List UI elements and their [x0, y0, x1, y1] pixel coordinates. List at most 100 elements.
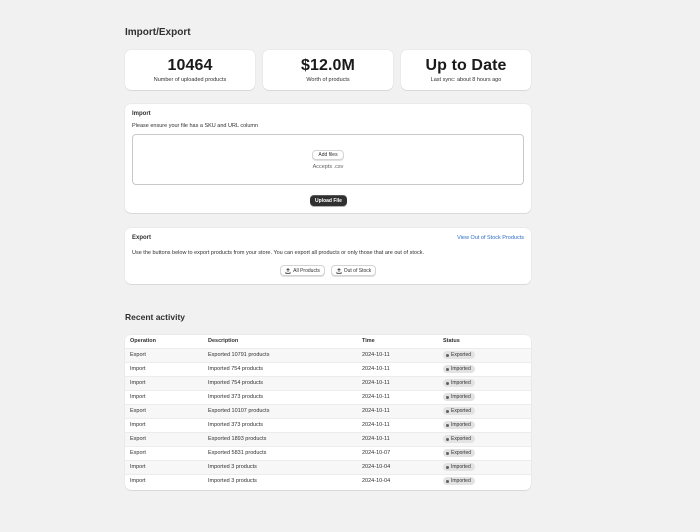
table-header-row: Operation Description Time Status	[125, 335, 531, 348]
all-products-label: All Products	[293, 267, 320, 274]
add-files-button[interactable]: Add files	[312, 150, 344, 160]
status-badge: Exported	[443, 407, 476, 415]
table-row: Export Exported 1893 products 2024-10-11 Ex…	[125, 431, 531, 446]
status-badge: Imported	[443, 393, 475, 401]
status-label: Exported	[451, 436, 472, 442]
export-out-of-stock-button[interactable]: Out of Stock	[331, 265, 376, 276]
status-dot-icon	[446, 479, 449, 483]
status-badge: Exported	[443, 351, 476, 359]
export-icon	[285, 267, 291, 274]
status-badge: Exported	[443, 449, 476, 457]
cell-status: Exported	[443, 347, 531, 362]
status-badge: Imported	[443, 365, 475, 373]
cell-description: Exported 1893 products	[208, 431, 362, 446]
upload-file-button[interactable]: Upload File	[310, 195, 347, 206]
status-dot-icon	[446, 437, 449, 441]
import-hint: Please ensure your file has a SKU and UR…	[132, 123, 259, 129]
cell-status: Exported	[443, 403, 531, 418]
stat-label: Last sync: about 8 hours ago	[430, 77, 502, 83]
cell-time: 2024-10-11	[362, 431, 443, 446]
page-title: Import/Export	[125, 27, 191, 38]
status-dot-icon	[446, 353, 449, 357]
status-badge: Imported	[443, 477, 475, 486]
table-row: Export Exported 10791 products 2024-10-11 E…	[125, 347, 531, 362]
export-card: Export View Out of Stock Products Use th…	[125, 228, 531, 284]
cell-time: 2024-10-11	[362, 389, 443, 404]
status-label: Exported	[451, 450, 472, 456]
cell-operation: Import	[125, 375, 208, 390]
status-badge: Imported	[443, 421, 475, 429]
activity-table: Operation Description Time Status Export…	[125, 335, 531, 488]
status-label: Imported	[451, 380, 471, 386]
cell-operation: Export	[125, 445, 208, 460]
status-dot-icon	[446, 451, 449, 455]
cell-operation: Import	[125, 361, 208, 376]
table-row: Import Imported 754 products 2024-10-11 Imp…	[125, 375, 531, 390]
status-dot-icon	[446, 423, 449, 427]
cell-description: Imported 3 products	[208, 459, 362, 474]
cell-time: 2024-10-04	[362, 459, 443, 474]
cell-operation: Import	[125, 473, 208, 488]
export-description: Use the buttons below to export products…	[132, 250, 424, 256]
cell-status: Imported	[443, 361, 531, 376]
view-out-of-stock-link[interactable]: View Out of Stock Products	[457, 235, 524, 241]
activity-table-card: Operation Description Time Status Export…	[125, 335, 531, 490]
cell-description: Exported 5831 products	[208, 445, 362, 460]
status-badge: Exported	[443, 435, 476, 443]
table-row: Export Exported 5831 products 2024-10-07 Ex…	[125, 445, 531, 460]
out-of-stock-label: Out of Stock	[343, 267, 372, 274]
cell-description: Imported 373 products	[208, 417, 362, 432]
export-all-products-button[interactable]: All Products	[280, 265, 325, 276]
status-dot-icon	[446, 381, 449, 385]
import-title: Import	[132, 111, 151, 117]
cell-time: 2024-10-11	[362, 361, 443, 376]
table-row: Import Imported 3 products 2024-10-04 Impor…	[125, 473, 531, 488]
cell-status: Imported	[443, 375, 531, 390]
cell-status: Imported	[443, 417, 531, 432]
cell-time: 2024-10-11	[362, 347, 443, 362]
import-card: Import Please ensure your file has a SKU…	[125, 104, 531, 213]
column-header-time: Time	[362, 335, 443, 348]
cell-description: Imported 754 products	[208, 375, 362, 390]
status-badge: Imported	[443, 463, 475, 471]
cell-operation: Import	[125, 459, 208, 474]
stat-value: 10464	[167, 57, 213, 74]
cell-description: Exported 10107 products	[208, 403, 362, 418]
cell-description: Imported 754 products	[208, 361, 362, 376]
cell-operation: Export	[125, 347, 208, 362]
cell-time: 2024-10-11	[362, 403, 443, 418]
status-dot-icon	[446, 409, 449, 413]
cell-time: 2024-10-11	[362, 375, 443, 390]
stat-card-worth: $12.0M Worth of products	[263, 50, 393, 90]
cell-status: Exported	[443, 431, 531, 446]
cell-description: Imported 3 products	[208, 473, 362, 488]
cell-status: Exported	[443, 445, 531, 460]
status-label: Imported	[451, 464, 471, 470]
cell-operation: Import	[125, 389, 208, 404]
cell-status: Imported	[443, 473, 531, 488]
cell-status: Imported	[443, 459, 531, 474]
cell-time: 2024-10-11	[362, 417, 443, 432]
status-label: Exported	[451, 408, 472, 414]
stat-value: Up to Date	[425, 57, 507, 74]
cell-description: Imported 373 products	[208, 389, 362, 404]
status-dot-icon	[446, 395, 449, 399]
status-label: Imported	[451, 478, 471, 485]
stat-label: Number of uploaded products	[153, 77, 227, 83]
file-dropzone[interactable]: Add files Accepts .csv	[132, 134, 524, 185]
export-icon	[336, 267, 342, 274]
status-label: Imported	[451, 422, 471, 428]
recent-activity-title: Recent activity	[125, 312, 185, 322]
status-dot-icon	[446, 367, 449, 371]
table-row: Import Imported 754 products 2024-10-11 Imp…	[125, 361, 531, 376]
cell-status: Imported	[443, 389, 531, 404]
stat-label: Worth of products	[306, 77, 350, 83]
cell-operation: Import	[125, 417, 208, 432]
cell-time: 2024-10-04	[362, 473, 443, 488]
export-title: Export	[132, 235, 152, 241]
status-label: Imported	[451, 394, 471, 400]
status-dot-icon	[446, 465, 449, 469]
stat-value: $12.0M	[301, 57, 355, 74]
cell-operation: Export	[125, 403, 208, 418]
status-badge: Imported	[443, 379, 475, 387]
